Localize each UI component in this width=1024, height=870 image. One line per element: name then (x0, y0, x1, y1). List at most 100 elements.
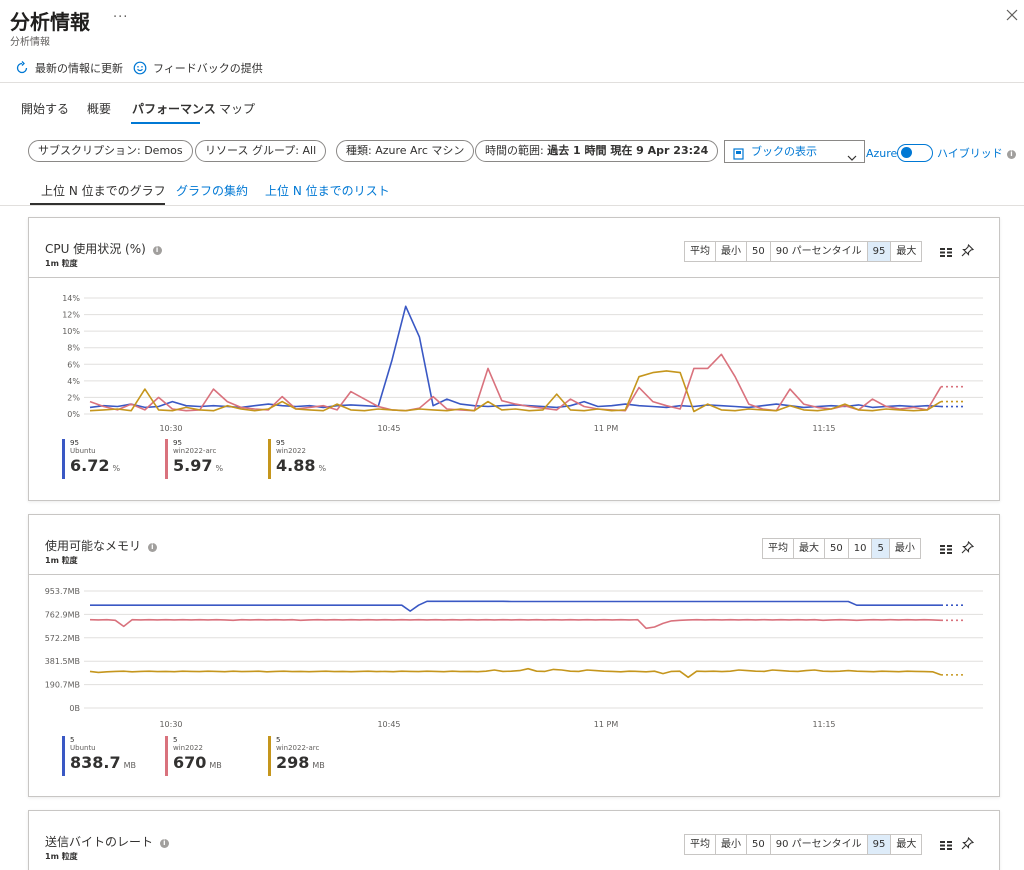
active-subtab-indicator (30, 203, 165, 205)
memory-card: 使用可能なメモリ i 1m 粒度 平均 最大 50 10 5 最小 0B 190.… (28, 514, 1000, 797)
chevron-down-icon (847, 148, 857, 169)
refresh-label: 最新の情報に更新 (35, 62, 123, 75)
subtab-top-n-charts[interactable]: 上位 N 位までのグラフ (41, 182, 166, 199)
y-tick-label: 4% (67, 377, 80, 386)
tab-map[interactable]: マップ (219, 100, 255, 117)
memory-legend: 5 Ubuntu 838.7 MB 5 win2022 670 MB 5 win2022-ar… (62, 736, 371, 776)
series-line-win2022 (89, 618, 942, 630)
subtab-aggregated-charts[interactable]: グラフの集約 (176, 182, 248, 199)
legend-color-bar (62, 439, 65, 479)
info-icon[interactable]: i (1007, 150, 1016, 159)
toggle-label-hybrid: ハイブリッド (937, 147, 1003, 160)
pin-icon[interactable] (961, 836, 975, 853)
x-tick-label: 11:15 (812, 424, 835, 433)
legend-item-ubuntu[interactable]: 95 Ubuntu 6.72% (62, 439, 165, 479)
memory-line-chart: 0B 190.7MB 381.5MB 572.2MB 762.9MB 953.7MB 10:… (45, 587, 983, 729)
legend-series-name: Ubuntu (70, 744, 96, 752)
legend-value: 838.7 MB (70, 753, 136, 772)
sent-aggregation-selector: 平均 最小 50 90 パーセンタイル 95 最大 (684, 834, 923, 855)
legend-color-bar (268, 736, 271, 776)
book-icon (733, 146, 744, 167)
seg-min[interactable]: 最小 (716, 835, 747, 854)
legend-item-ubuntu[interactable]: 5 Ubuntu 838.7 MB (62, 736, 165, 776)
toggle-knob (901, 147, 912, 158)
refresh-icon (15, 61, 29, 75)
resource-group-filter[interactable]: リソース グループ: All (195, 140, 327, 162)
legend-item-win2022[interactable]: 5 win2022 670 MB (165, 736, 268, 776)
subscription-filter[interactable]: サブスクリプション: Demos (28, 140, 193, 162)
close-icon[interactable] (1006, 9, 1024, 27)
info-icon[interactable]: i (159, 839, 169, 848)
y-tick-label: 10% (62, 327, 80, 336)
more-options-button[interactable]: ··· (113, 10, 128, 25)
x-tick-label: 10:30 (159, 720, 182, 729)
tab-performance[interactable]: パフォーマンス (132, 100, 216, 117)
legend-item-win2022-arc[interactable]: 5 win2022-arc 298 MB (268, 736, 371, 776)
y-tick-label: 953.7MB (45, 587, 80, 596)
azure-hybrid-toggle[interactable] (897, 144, 933, 162)
seg-90[interactable]: 90 パーセンタイル (771, 835, 868, 854)
page-title: 分析情報 (10, 10, 90, 34)
seg-50[interactable]: 50 (747, 835, 771, 854)
refresh-button[interactable]: 最新の情報に更新 (15, 60, 123, 76)
legend-series-name: win2022 (276, 447, 306, 455)
series-line-win2022-arc (89, 353, 942, 412)
command-bar: 最新の情報に更新 フィードバックの提供 (0, 57, 1024, 83)
legend-color-bar (165, 736, 168, 776)
feedback-button[interactable]: フィードバックの提供 (133, 60, 263, 76)
legend-color-bar (165, 439, 168, 479)
tab-overview[interactable]: 概要 (87, 100, 111, 117)
y-tick-label: 0% (67, 410, 80, 419)
time-range-value: 過去 1 時間 現在 9 Apr 23:24 (547, 144, 709, 157)
legend-series-name: win2022-arc (276, 744, 320, 752)
cpu-line-chart: 0% 2% 4% 6% 8% 10% 12% 14% 10:30 10:45 11 PM 11:15 (62, 294, 983, 433)
page-subtitle: 分析情報 (10, 37, 50, 48)
legend-color-bar (268, 439, 271, 479)
cpu-legend: 95 Ubuntu 6.72% 95 win2022-arc 5.97% 95 win20… (62, 439, 371, 479)
legend-series-name: win2022-arc (173, 447, 217, 455)
legend-color-bar (62, 736, 65, 776)
legend-item-win2022-arc[interactable]: 95 win2022-arc 5.97% (165, 439, 268, 479)
y-tick-label: 0B (69, 704, 80, 713)
legend-value: 4.88% (276, 456, 327, 475)
seg-95[interactable]: 95 (867, 835, 892, 854)
time-range-filter[interactable]: 時間の範囲: 過去 1 時間 現在 9 Apr 23:24 (475, 140, 719, 162)
legend-value: 670 MB (173, 753, 222, 772)
active-tab-indicator (131, 122, 200, 124)
tab-getting-started[interactable]: 開始する (21, 100, 69, 117)
subtab-top-n-list[interactable]: 上位 N 位までのリスト (265, 182, 390, 199)
legend-item-win2022[interactable]: 95 win2022 4.88% (268, 439, 371, 479)
x-tick-label: 11:15 (812, 720, 835, 729)
y-tick-label: 8% (67, 344, 80, 353)
cpu-card: CPU 使用状況 (%) i 1m 粒度 平均 最小 50 90 パーセンタイル… (28, 217, 1000, 501)
y-tick-label: 6% (67, 360, 80, 369)
workbook-select[interactable]: ブックの表示 (724, 140, 865, 163)
y-tick-label: 572.2MB (45, 634, 80, 643)
seg-max[interactable]: 最大 (891, 835, 921, 854)
legend-value: 5.97% (173, 456, 224, 475)
legend-series-name: Ubuntu (70, 447, 96, 455)
time-range-label: 時間の範囲: (485, 144, 548, 157)
legend-series-name: win2022 (173, 744, 203, 752)
type-filter[interactable]: 種類: Azure Arc マシン (336, 140, 475, 162)
legend-value: 298 MB (276, 753, 325, 772)
sent-bytes-title: 送信バイトのレート i (45, 833, 169, 850)
workbook-label: ブックの表示 (751, 145, 817, 158)
toggle-label-azure: Azure (866, 147, 898, 160)
seg-average[interactable]: 平均 (685, 835, 716, 854)
series-line-win2022-arc (89, 667, 942, 679)
view-subtabs: 上位 N 位までのグラフ グラフの集約 上位 N 位までのリスト (0, 176, 1024, 206)
y-tick-label: 381.5MB (45, 657, 80, 666)
y-tick-label: 762.9MB (45, 610, 80, 619)
y-tick-label: 190.7MB (45, 681, 80, 690)
main-tabs: 開始する 概要 パフォーマンス マップ (0, 98, 300, 124)
y-tick-label: 12% (62, 311, 80, 320)
x-tick-label: 10:30 (159, 424, 182, 433)
legend-value: 6.72% (70, 456, 121, 475)
feedback-icon (133, 61, 147, 75)
grid-icon[interactable] (940, 839, 952, 853)
x-tick-label: 11 PM (594, 720, 619, 729)
series-line-Ubuntu (90, 600, 941, 612)
y-tick-label: 14% (62, 294, 80, 303)
feedback-label: フィードバックの提供 (153, 62, 263, 75)
